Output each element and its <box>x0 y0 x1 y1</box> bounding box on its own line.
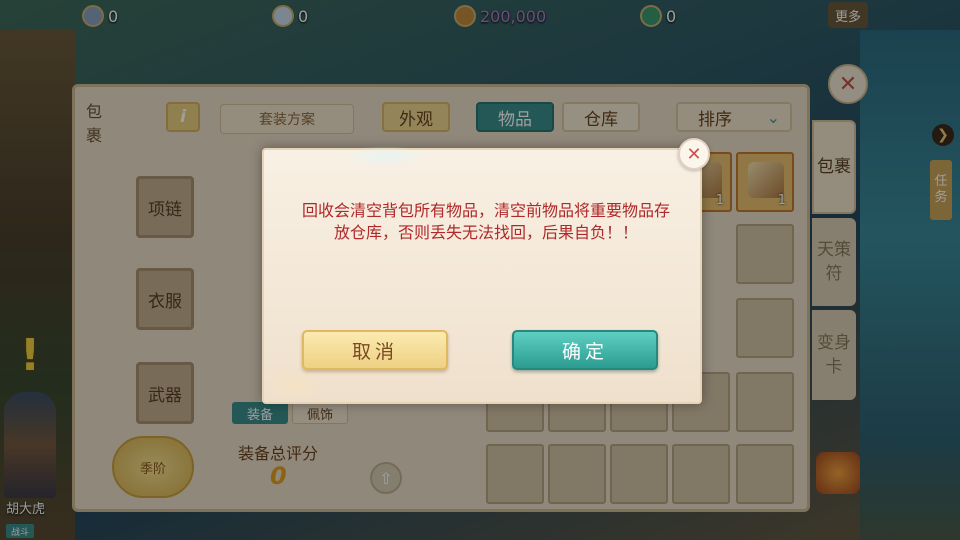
dialog-message: 回收会清空背包所有物品，清空前物品将重要物品存放仓库，否则丢失无法找回，后果自负… <box>301 201 670 242</box>
close-icon: ✕ <box>686 143 702 165</box>
flower-decoration <box>340 146 430 168</box>
dialog-close-button[interactable]: ✕ <box>678 138 710 170</box>
confirm-button[interactable]: 确定 <box>512 330 658 370</box>
flower-decoration <box>264 368 324 402</box>
cancel-button[interactable]: 取消 <box>302 330 448 370</box>
